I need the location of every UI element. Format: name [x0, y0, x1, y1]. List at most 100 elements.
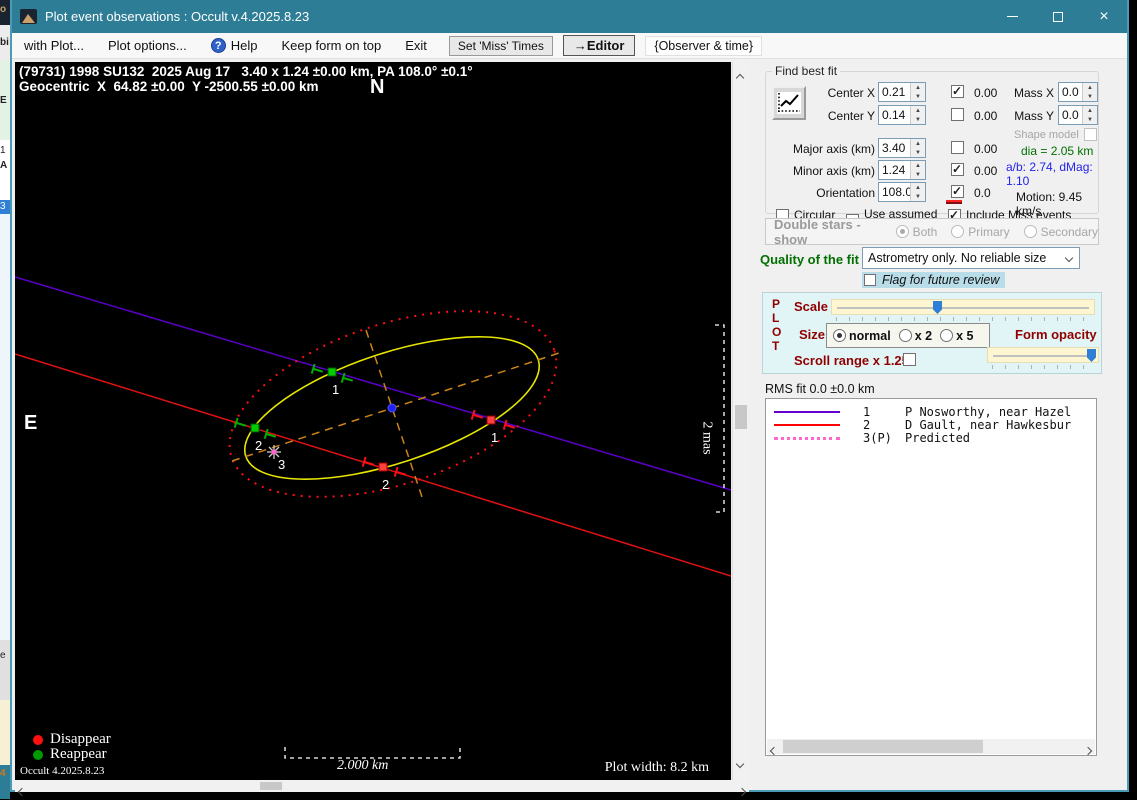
maximize-button[interactable]	[1035, 0, 1081, 33]
find-best-fit-label: Find best fit	[775, 64, 838, 78]
plot-vertical-scrollbar[interactable]	[732, 62, 749, 780]
mas-scale-label: 2 mas	[699, 421, 715, 455]
menu-help[interactable]: ? Help	[199, 33, 270, 58]
scale-slider[interactable]	[831, 299, 1095, 315]
minimize-button[interactable]	[989, 0, 1035, 33]
edge-text-fragment: 4	[0, 768, 6, 779]
minor-axis-input[interactable]: 1.24 ▲ ▼	[878, 160, 926, 180]
flag-review-label: Flag for future review	[882, 273, 1000, 287]
mass-y-input[interactable]: 0.0 ▲ ▼	[1058, 105, 1098, 125]
find-best-fit-group: Find best fit Center X 0.21 ▲▼ 0.00 Cent…	[765, 64, 1099, 232]
set-miss-times-button[interactable]: Set 'Miss' Times	[448, 35, 553, 56]
quality-of-fit-select[interactable]: Astrometry only. No reliable size	[862, 247, 1080, 269]
size-label: Size	[799, 327, 826, 342]
scroll-down-icon[interactable]	[735, 754, 745, 772]
scroll-right-icon[interactable]	[1083, 743, 1093, 757]
major-axis-sigma: 0.00	[974, 142, 998, 156]
center-x-input[interactable]: 0.21 ▲ ▼	[878, 82, 926, 102]
plot-letter: T	[772, 339, 780, 353]
spinner-icon[interactable]: ▲ ▼	[910, 83, 925, 101]
plot-header-line2: Geocentric X 64.82 ±0.00 Y -2500.55 ±0.0…	[19, 79, 319, 94]
scale-bar-label: 2.000 km	[337, 758, 389, 773]
orientation-fit-checkbox[interactable]	[951, 184, 964, 198]
edge-text-fragment: 3	[0, 201, 6, 212]
chord1-line	[15, 276, 731, 491]
plot-geometry: 1 2 1 2 3	[15, 276, 731, 759]
shape-model-checkbox[interactable]	[1084, 128, 1097, 141]
observer-name: D Gault, near Hawkesbur	[905, 418, 1072, 432]
radio-icon[interactable]	[898, 329, 912, 342]
double-stars-primary-option[interactable]: Primary	[951, 225, 1010, 239]
mass-x-label: Mass X	[1013, 86, 1054, 100]
scroll-up-icon[interactable]	[735, 68, 745, 86]
spinner-icon[interactable]: ▲ ▼	[1082, 83, 1097, 101]
list-scroll-thumb[interactable]	[783, 740, 983, 753]
occultation-plot-canvas[interactable]: 1 2 1 2 3 (79731) 1998 SU132 2025 Aug 17…	[15, 62, 731, 780]
spinner-icon[interactable]: ▲ ▼	[910, 106, 925, 124]
list-horizontal-scrollbar[interactable]	[767, 739, 1095, 757]
quality-of-fit-label: Quality of the fit	[760, 252, 859, 267]
vertical-scroll-thumb[interactable]	[735, 405, 747, 429]
disappear-dot-icon	[33, 734, 43, 745]
flag-review-checkbox[interactable]	[864, 274, 876, 286]
center-y-fit-checkbox[interactable]	[951, 108, 964, 121]
reappear-arrow	[340, 372, 354, 383]
radio-icon[interactable]	[833, 329, 846, 342]
observer-list[interactable]: 1 P Nosworthy, near Hazel 2 D Gault, nea…	[765, 398, 1097, 756]
rms-fit-text: RMS fit 0.0 ±0.0 km	[765, 382, 875, 396]
size-normal-option[interactable]: normal	[833, 329, 891, 343]
double-stars-both-option[interactable]: Both	[895, 225, 937, 239]
menu-bar: with Plot... Plot options... ? Help Keep…	[12, 33, 1127, 59]
plot-horizontal-scrollbar[interactable]	[15, 780, 749, 797]
radio-icon[interactable]	[895, 225, 909, 238]
radio-icon[interactable]	[940, 329, 954, 342]
radio-icon[interactable]	[1023, 225, 1037, 238]
center-y-label: Center Y	[827, 109, 875, 123]
menu-with-plot[interactable]: with Plot...	[12, 33, 96, 58]
title-bar[interactable]: Plot event observations : Occult v.4.202…	[12, 0, 1127, 33]
mass-x-input[interactable]: 0.0 ▲ ▼	[1058, 82, 1098, 102]
spinner-icon[interactable]: ▲ ▼	[1082, 106, 1097, 124]
list-item[interactable]: 2 D Gault, near Hawkesbur	[766, 418, 1096, 432]
center-y-input[interactable]: 0.14 ▲ ▼	[878, 105, 926, 125]
size-x5-option[interactable]: x 5	[940, 329, 973, 343]
close-button[interactable]: ×	[1081, 0, 1127, 33]
form-opacity-slider[interactable]	[987, 347, 1099, 363]
center-x-fit-checkbox[interactable]	[951, 84, 964, 98]
disappear-marker-2	[378, 462, 388, 472]
orientation-label: Orientation	[816, 186, 875, 200]
disappear-marker-1	[486, 415, 496, 425]
menu-exit[interactable]: Exit	[393, 33, 439, 58]
edge-text-fragment: bi	[0, 37, 9, 48]
size-x2-option[interactable]: x 2	[898, 329, 932, 343]
menu-keep-on-top[interactable]: Keep form on top	[270, 33, 394, 58]
form-opacity-slider-thumb[interactable]	[1087, 349, 1096, 362]
editor-button[interactable]: →Editor	[562, 35, 636, 56]
double-stars-secondary-option[interactable]: Secondary	[1023, 225, 1098, 239]
major-axis-input[interactable]: 3.40 ▲ ▼	[878, 138, 926, 158]
list-item[interactable]: 3(P) Predicted	[766, 431, 1096, 445]
spinner-icon[interactable]: ▲ ▼	[910, 139, 925, 157]
scroll-left-icon[interactable]	[769, 743, 779, 757]
scale-label: Scale	[794, 299, 828, 314]
plot-letter: O	[772, 325, 782, 339]
scale-slider-thumb[interactable]	[933, 301, 942, 314]
major-axis-label: Major axis (km)	[792, 142, 875, 156]
orientation-input[interactable]: 108.0 ▲ ▼	[878, 182, 926, 202]
ellipse-center-marker	[387, 403, 397, 413]
flag-review-option[interactable]: Flag for future review	[862, 272, 1006, 288]
major-axis-fit-checkbox[interactable]	[951, 141, 964, 154]
menu-plot-options[interactable]: Plot options...	[96, 33, 199, 58]
legend-reappear: Reappear	[33, 746, 107, 763]
scroll-left-icon[interactable]	[17, 782, 27, 800]
list-item[interactable]: 1 P Nosworthy, near Hazel	[766, 405, 1096, 419]
spinner-icon[interactable]: ▲ ▼	[910, 183, 925, 201]
horizontal-scroll-thumb[interactable]	[260, 782, 282, 790]
radio-icon[interactable]	[951, 225, 965, 238]
scroll-right-icon[interactable]	[737, 782, 747, 800]
spinner-icon[interactable]: ▲ ▼	[910, 161, 925, 179]
center-x-label: Center X	[827, 86, 875, 100]
scroll-range-checkbox[interactable]	[903, 353, 916, 366]
double-stars-group: Double stars - show Both Primary Seconda…	[765, 217, 1099, 247]
minor-axis-fit-checkbox[interactable]	[951, 162, 964, 176]
